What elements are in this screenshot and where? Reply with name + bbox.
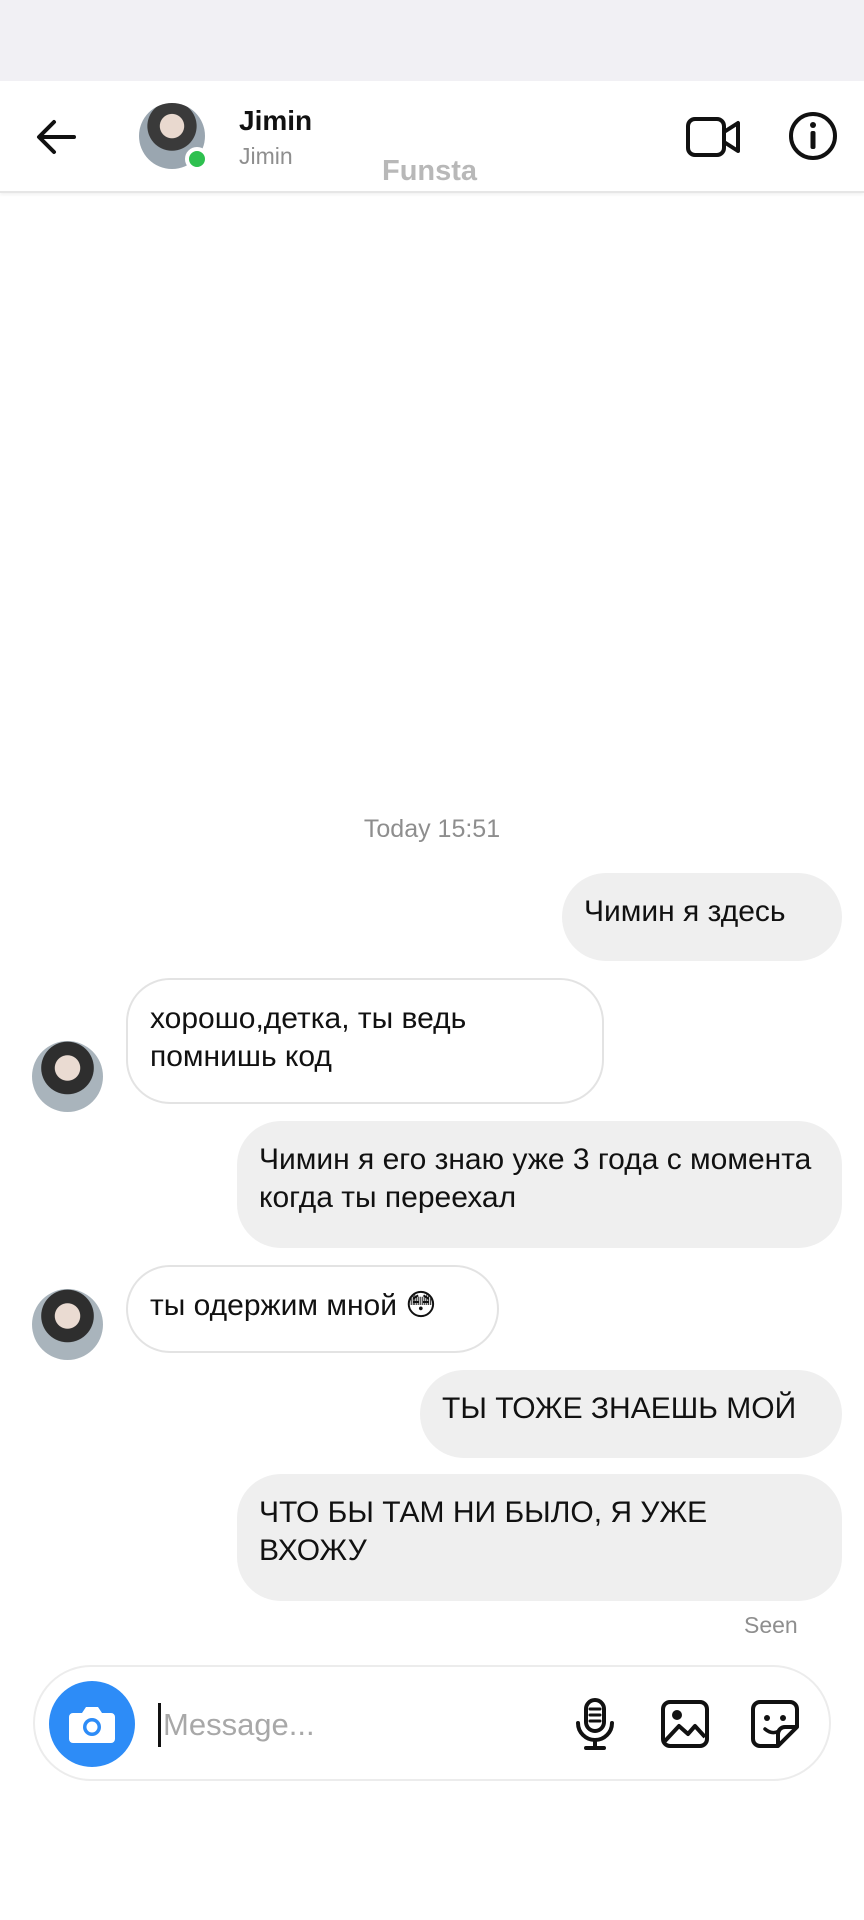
microphone-icon	[576, 1698, 614, 1750]
contact-username[interactable]: Jimin	[239, 143, 293, 170]
sender-avatar[interactable]	[32, 1289, 103, 1360]
online-status-dot	[185, 147, 209, 171]
message-bubble-outgoing[interactable]: ТЫ ТОЖЕ ЗНАЕШЬ МОЙ	[420, 1370, 842, 1458]
contact-name[interactable]: Jimin	[239, 105, 312, 137]
arrow-left-icon	[37, 120, 76, 154]
message-text: хорошо,детка, ты ведь помнишь код	[150, 1002, 467, 1073]
message-text: Чимин я его знаю уже 3 года с момента ко…	[259, 1143, 812, 1214]
message-bubble-outgoing[interactable]: ЧТО БЫ ТАМ НИ БЫЛО, Я УЖЕ ВХОЖУ	[237, 1474, 842, 1601]
message-text: ты одержим мной 😳	[150, 1289, 437, 1322]
video-call-button[interactable]	[684, 109, 742, 165]
message-text: ТЫ ТОЖЕ ЗНАЕШЬ МОЙ	[442, 1392, 797, 1425]
camera-button[interactable]	[49, 1681, 135, 1767]
voice-message-button[interactable]	[567, 1695, 623, 1753]
sticker-button[interactable]	[747, 1695, 803, 1753]
sticker-icon	[751, 1700, 799, 1748]
sender-avatar[interactable]	[32, 1041, 103, 1112]
message-composer	[33, 1665, 831, 1781]
message-bubble-outgoing[interactable]: Чимин я его знаю уже 3 года с момента ко…	[237, 1121, 842, 1248]
chat-timestamp: Today 15:51	[363, 815, 501, 843]
avatar[interactable]	[139, 103, 209, 171]
message-text: Чимин я здесь	[584, 895, 786, 928]
gallery-button[interactable]	[657, 1695, 713, 1753]
message-input[interactable]	[163, 1697, 563, 1753]
message-text: ЧТО БЫ ТАМ НИ БЫЛО, Я УЖЕ ВХОЖУ	[259, 1496, 708, 1567]
camera-icon	[69, 1707, 115, 1743]
watermark: Funsta	[382, 155, 478, 187]
info-button[interactable]	[784, 107, 842, 165]
message-bubble-incoming[interactable]: ты одержим мной 😳	[126, 1265, 499, 1353]
message-bubble-incoming[interactable]: хорошо,детка, ты ведь помнишь код	[126, 978, 604, 1104]
text-caret	[158, 1703, 161, 1747]
back-button[interactable]	[28, 109, 84, 165]
message-bubble-outgoing[interactable]: Чимин я здесь	[562, 873, 842, 961]
seen-indicator: Seen	[744, 1612, 798, 1638]
chat-header: Jimin Jimin Funsta	[0, 81, 864, 193]
video-camera-icon	[686, 117, 740, 157]
info-icon	[789, 112, 837, 160]
image-icon	[661, 1700, 709, 1748]
status-bar	[0, 0, 864, 81]
